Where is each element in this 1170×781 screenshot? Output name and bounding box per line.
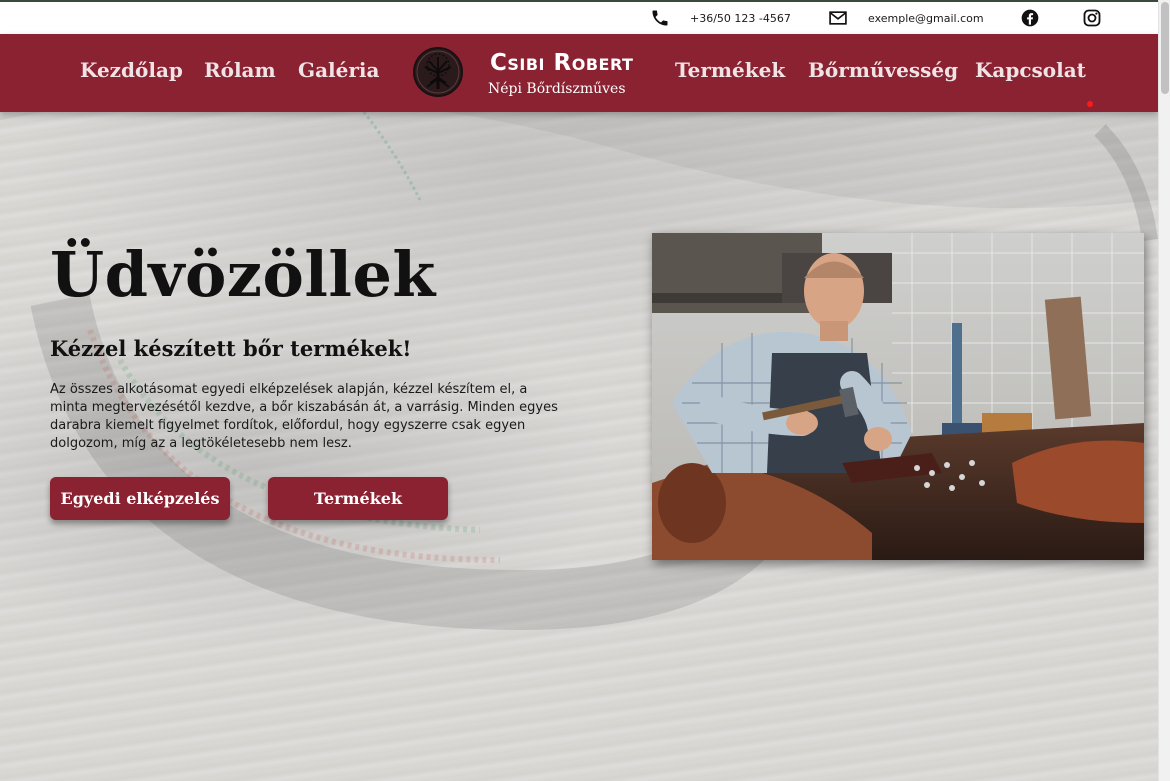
contact-bar: +36/50 123 -4567 exemple@gmail.com: [0, 2, 1158, 34]
nav-link-gallery[interactable]: Galéria: [298, 58, 379, 82]
nav-link-contact[interactable]: Kapcsolat: [975, 58, 1086, 82]
nav-link-products[interactable]: Termékek: [675, 58, 785, 82]
hero-subtitle: Kézzel készített bőr termékek!: [50, 336, 412, 361]
nav-link-home[interactable]: Kezdőlap: [80, 58, 183, 82]
products-button[interactable]: Termékek: [268, 477, 448, 520]
facebook-icon[interactable]: [1020, 8, 1040, 28]
phone-number[interactable]: +36/50 123 -4567: [690, 12, 791, 25]
hero-description: Az összes alkotásomat egyedi elképzelése…: [50, 382, 558, 451]
main-nav: Kezdőlap Rólam Galéria Csibi Robert Népi…: [0, 34, 1158, 112]
status-dot: [1087, 101, 1093, 107]
instagram-icon[interactable]: [1082, 8, 1102, 28]
craftsman-photo: [652, 233, 1144, 560]
custom-request-button[interactable]: Egyedi elképzelés: [50, 477, 230, 520]
mail-icon[interactable]: [828, 8, 848, 28]
email-address[interactable]: exemple@gmail.com: [868, 12, 984, 25]
page-scrollbar[interactable]: [1158, 0, 1170, 781]
hero-title: Üdvözöllek: [50, 238, 436, 311]
phone-icon[interactable]: [650, 8, 670, 28]
logo-tree-icon[interactable]: [413, 47, 463, 97]
brand-name[interactable]: Csibi Robert: [490, 50, 633, 76]
brand-subtitle: Népi Bőrdíszműves: [488, 81, 626, 97]
nav-link-leathercraft[interactable]: Bőrművesség: [808, 58, 958, 82]
scrollbar-thumb[interactable]: [1161, 2, 1169, 94]
nav-link-about[interactable]: Rólam: [204, 58, 276, 82]
